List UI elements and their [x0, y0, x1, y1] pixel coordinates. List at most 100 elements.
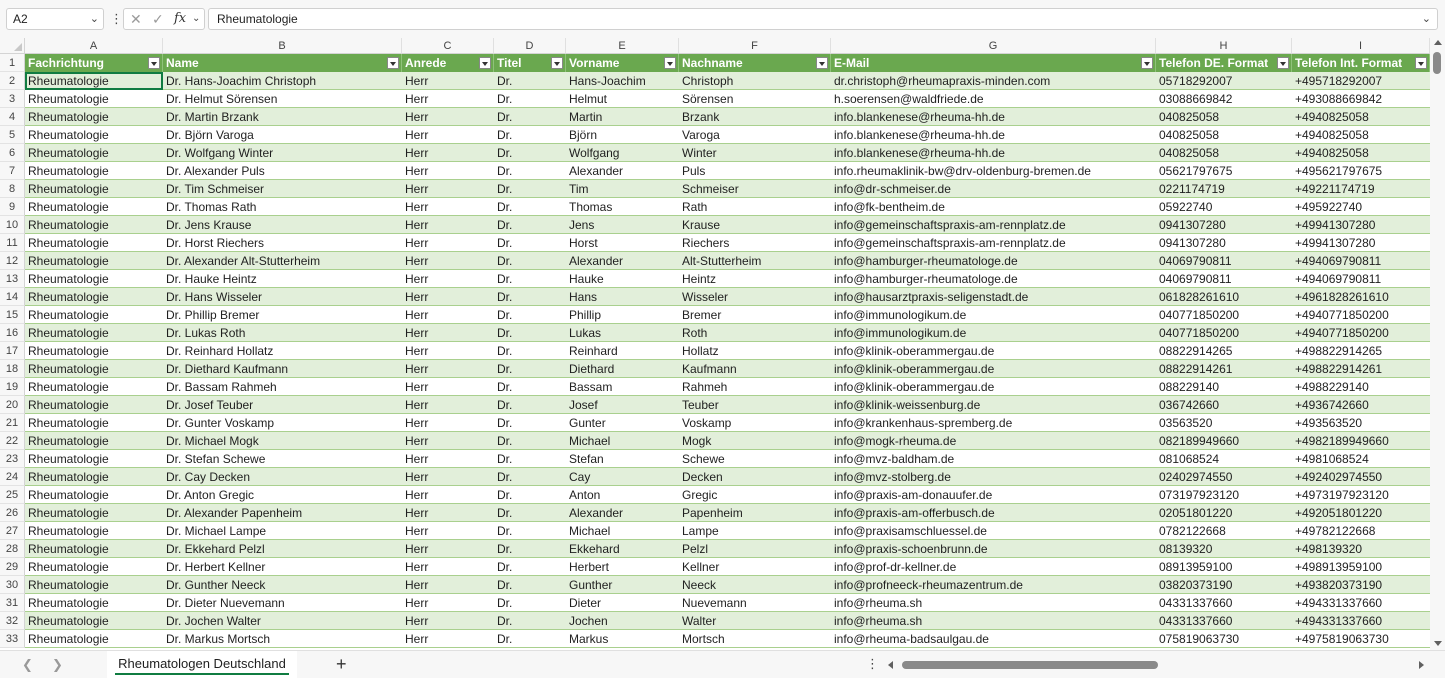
table-cell[interactable]: Herr	[402, 288, 494, 306]
table-cell[interactable]: Dr. Gunther Neeck	[163, 576, 402, 594]
table-cell[interactable]: Herr	[402, 594, 494, 612]
table-cell[interactable]: Michael	[566, 522, 679, 540]
table-cell[interactable]: Dr.	[494, 252, 566, 270]
table-cell[interactable]: 0941307280	[1156, 216, 1292, 234]
table-cell[interactable]: Dr.	[494, 234, 566, 252]
scroll-right-icon[interactable]	[1419, 661, 1424, 669]
table-cell[interactable]: Herr	[402, 504, 494, 522]
table-cell[interactable]: Pelzl	[679, 540, 831, 558]
table-cell[interactable]: Dr. Wolfgang Winter	[163, 144, 402, 162]
table-cell[interactable]: Anton	[566, 486, 679, 504]
row-number[interactable]: 11	[0, 234, 25, 252]
table-cell[interactable]: Rheumatologie	[25, 486, 163, 504]
table-cell[interactable]: Dr. Alexander Alt-Stutterheim	[163, 252, 402, 270]
table-cell[interactable]: Kellner	[679, 558, 831, 576]
table-cell[interactable]: info@immunologikum.de	[831, 306, 1156, 324]
table-cell[interactable]: Rheumatologie	[25, 612, 163, 630]
table-cell[interactable]: Dr. Josef Teuber	[163, 396, 402, 414]
table-cell[interactable]: Thomas	[566, 198, 679, 216]
row-number[interactable]: 8	[0, 180, 25, 198]
table-cell[interactable]: info.blankenese@rheuma-hh.de	[831, 126, 1156, 144]
table-cell[interactable]: Dr. Martin Brzank	[163, 108, 402, 126]
table-cell[interactable]: +4940825058	[1292, 126, 1430, 144]
table-cell[interactable]: 05621797675	[1156, 162, 1292, 180]
table-header-cell[interactable]: Anrede	[402, 54, 494, 72]
table-cell[interactable]: Rheumatologie	[25, 306, 163, 324]
table-header-cell[interactable]: Nachname	[679, 54, 831, 72]
row-number[interactable]: 32	[0, 612, 25, 630]
table-cell[interactable]: +49221174719	[1292, 180, 1430, 198]
table-cell[interactable]: Mogk	[679, 432, 831, 450]
table-cell[interactable]: +498913959100	[1292, 558, 1430, 576]
table-cell[interactable]: Dr. Gunter Voskamp	[163, 414, 402, 432]
table-cell[interactable]: 088229140	[1156, 378, 1292, 396]
table-cell[interactable]: Herr	[402, 396, 494, 414]
table-cell[interactable]: Rheumatologie	[25, 198, 163, 216]
column-header-a[interactable]: A	[25, 38, 163, 54]
name-box[interactable]: A2 ⌄	[6, 8, 104, 30]
table-cell[interactable]: Dr.	[494, 288, 566, 306]
filter-dropdown-icon[interactable]	[816, 57, 828, 69]
table-cell[interactable]: Helmut	[566, 90, 679, 108]
table-cell[interactable]: 08822914265	[1156, 342, 1292, 360]
fx-icon[interactable]: fx	[174, 9, 186, 29]
table-cell[interactable]: Wisseler	[679, 288, 831, 306]
table-cell[interactable]: Herr	[402, 162, 494, 180]
table-cell[interactable]: Alexander	[566, 252, 679, 270]
table-cell[interactable]: Rheumatologie	[25, 288, 163, 306]
table-cell[interactable]: Cay	[566, 468, 679, 486]
column-header-h[interactable]: H	[1156, 38, 1292, 54]
row-number[interactable]: 26	[0, 504, 25, 522]
filter-dropdown-icon[interactable]	[664, 57, 676, 69]
table-cell[interactable]: Puls	[679, 162, 831, 180]
table-cell[interactable]: info@immunologikum.de	[831, 324, 1156, 342]
table-cell[interactable]: Herr	[402, 108, 494, 126]
table-cell[interactable]: 040825058	[1156, 126, 1292, 144]
table-cell[interactable]: 08139320	[1156, 540, 1292, 558]
table-cell[interactable]: Rheumatologie	[25, 342, 163, 360]
table-cell[interactable]: Dr. Tim Schmeiser	[163, 180, 402, 198]
table-cell[interactable]: Herr	[402, 576, 494, 594]
table-cell[interactable]: Lukas	[566, 324, 679, 342]
table-cell[interactable]: +49941307280	[1292, 234, 1430, 252]
table-cell[interactable]: Dr.	[494, 396, 566, 414]
table-cell[interactable]: Kaufmann	[679, 360, 831, 378]
column-header-e[interactable]: E	[566, 38, 679, 54]
table-cell[interactable]: info@mogk-rheuma.de	[831, 432, 1156, 450]
table-cell[interactable]: info@gemeinschaftspraxis-am-rennplatz.de	[831, 234, 1156, 252]
table-cell[interactable]: Herr	[402, 90, 494, 108]
table-cell[interactable]: Rheumatologie	[25, 216, 163, 234]
next-sheet-icon[interactable]: ❯	[52, 657, 63, 673]
table-header-cell[interactable]: Fachrichtung	[25, 54, 163, 72]
table-cell[interactable]: Dr. Björn Varoga	[163, 126, 402, 144]
table-cell[interactable]: info@praxisamschluessel.de	[831, 522, 1156, 540]
table-cell[interactable]: 03563520	[1156, 414, 1292, 432]
table-cell[interactable]: info@prof-dr-kellner.de	[831, 558, 1156, 576]
table-cell[interactable]: +49941307280	[1292, 216, 1430, 234]
table-cell[interactable]: info@mvz-baldham.de	[831, 450, 1156, 468]
table-cell[interactable]: 0221174719	[1156, 180, 1292, 198]
table-cell[interactable]: Brzank	[679, 108, 831, 126]
table-cell[interactable]: Mortsch	[679, 630, 831, 648]
table-cell[interactable]: Dr.	[494, 126, 566, 144]
table-cell[interactable]: +492402974550	[1292, 468, 1430, 486]
row-number[interactable]: 18	[0, 360, 25, 378]
table-cell[interactable]: +498822914265	[1292, 342, 1430, 360]
table-cell[interactable]: Dr.	[494, 612, 566, 630]
table-cell[interactable]: Herr	[402, 468, 494, 486]
table-cell[interactable]: Nuevemann	[679, 594, 831, 612]
table-cell[interactable]: info@praxis-schoenbrunn.de	[831, 540, 1156, 558]
check-icon[interactable]: ✓	[152, 9, 164, 29]
table-cell[interactable]: Sörensen	[679, 90, 831, 108]
table-cell[interactable]: Schewe	[679, 450, 831, 468]
table-cell[interactable]: 075819063730	[1156, 630, 1292, 648]
table-cell[interactable]: +493563520	[1292, 414, 1430, 432]
row-number[interactable]: 30	[0, 576, 25, 594]
table-cell[interactable]: Heintz	[679, 270, 831, 288]
table-cell[interactable]: 073197923120	[1156, 486, 1292, 504]
table-cell[interactable]: Dr. Helmut Sörensen	[163, 90, 402, 108]
table-cell[interactable]: +4940825058	[1292, 144, 1430, 162]
table-cell[interactable]: Dr.	[494, 558, 566, 576]
table-cell[interactable]: Christoph	[679, 72, 831, 90]
table-cell[interactable]: info@gemeinschaftspraxis-am-rennplatz.de	[831, 216, 1156, 234]
